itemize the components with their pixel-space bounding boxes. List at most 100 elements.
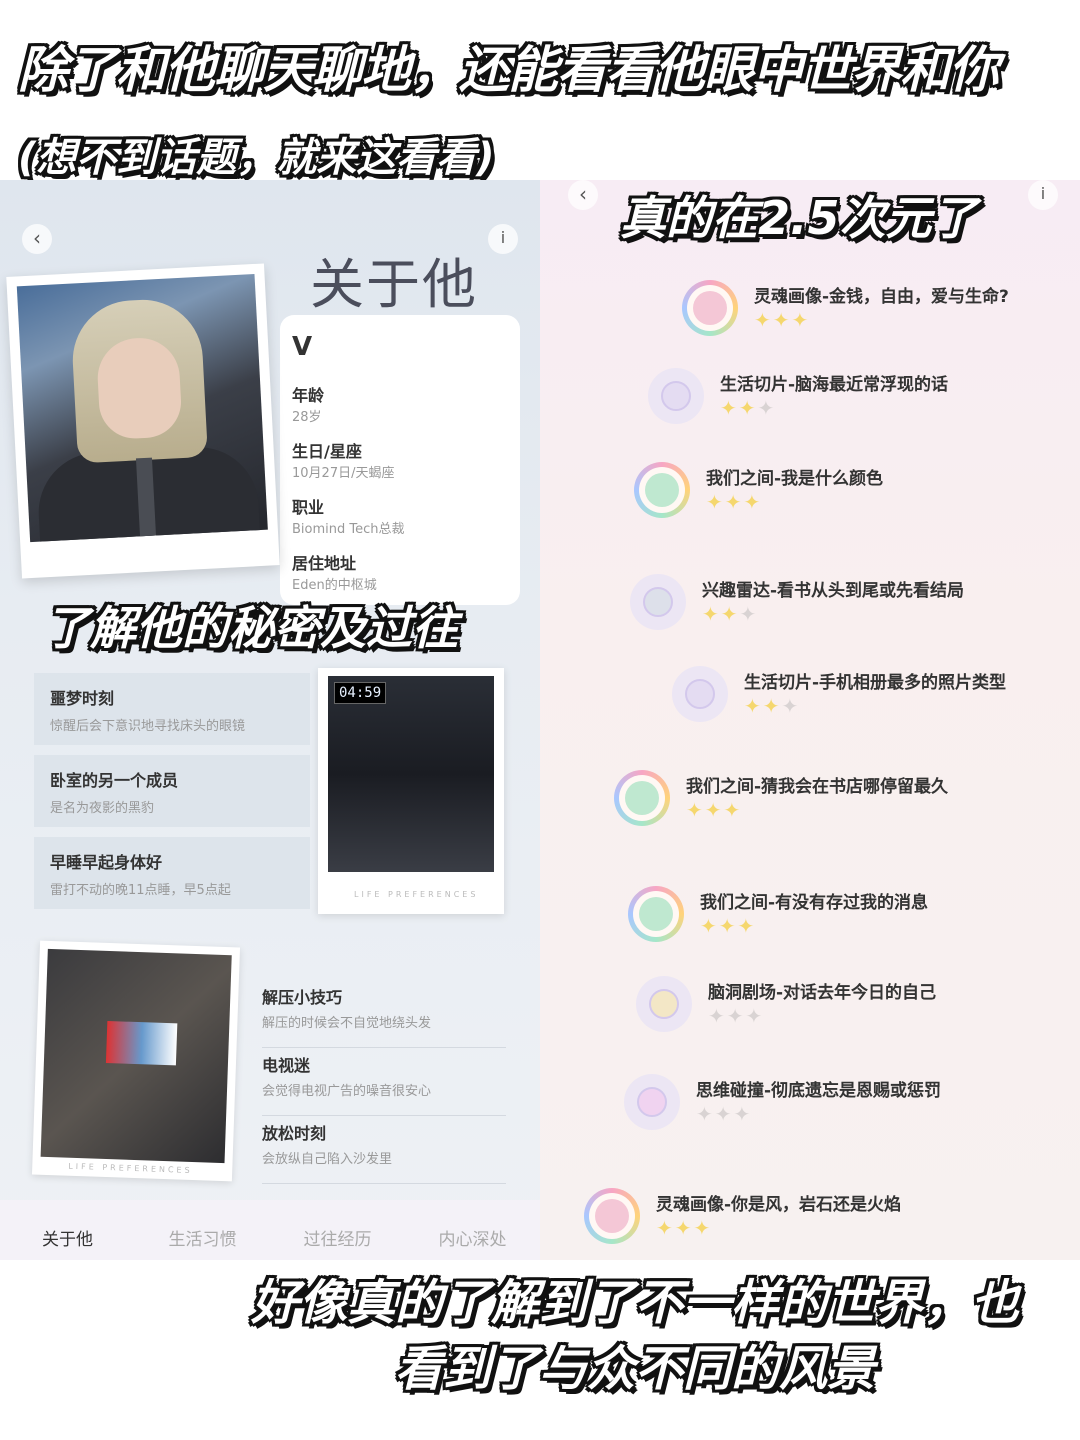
topic-title: 兴趣雷达-看书从头到尾或先看结局 <box>702 581 965 601</box>
list-item-title: 解压小技巧 <box>262 988 343 1007</box>
topic-item[interactable]: 脑洞剧场-对话去年今日的自己 ✦✦✦ <box>636 976 1076 1036</box>
topic-title: 我们之间-有没有存过我的消息 <box>700 893 929 913</box>
topic-title: 灵魂画像-你是风，岩石还是火焰 <box>656 1195 902 1215</box>
list-item[interactable]: 噩梦时刻 惊醒后会下意识地寻找床头的眼镜 <box>34 673 310 745</box>
topic-item[interactable]: 我们之间-猜我会在书店哪停留最久 ✦✦✦ <box>614 770 1054 830</box>
star-icon: ✦ <box>714 1102 734 1126</box>
caption-2-5d: 真的在2.5次元了 <box>620 191 978 245</box>
caption-bottom-line2: 看到了与众不同的风景 <box>394 1341 875 1397</box>
difficulty-stars: ✦✦✦ <box>744 694 800 718</box>
topic-title: 我们之间-猜我会在书店哪停留最久 <box>686 777 949 797</box>
difficulty-stars: ✦✦✦ <box>696 1102 752 1126</box>
list-item-title: 电视迷 <box>262 1056 311 1075</box>
chevron-left-icon: ‹ <box>33 226 41 250</box>
topic-item[interactable]: 生活切片-脑海最近常浮现的话 ✦✦✦ <box>648 368 1080 428</box>
topic-badge-icon <box>682 280 738 336</box>
difficulty-stars: ✦✦✦ <box>706 490 762 514</box>
topic-item[interactable]: 我们之间-我是什么颜色 ✦✦✦ <box>634 462 1074 522</box>
star-icon: ✦ <box>656 1216 675 1240</box>
info-icon: i <box>500 228 506 247</box>
topic-badge-icon <box>584 1188 640 1244</box>
tab-inner[interactable]: 内心深处 <box>405 1200 540 1260</box>
list-item-title: 放松时刻 <box>262 1124 327 1143</box>
bedroom-image: 04:59 <box>328 676 494 872</box>
topic-item[interactable]: 生活切片-手机相册最多的照片类型 ✦✦✦ <box>672 666 1080 726</box>
field-value-address: Eden的中枢城 <box>292 578 377 593</box>
star-icon: ✦ <box>704 798 724 822</box>
star-icon: ✦ <box>754 308 773 332</box>
list-item[interactable]: 电视迷 会觉得电视广告的噪音很安心 <box>262 1048 506 1116</box>
star-icon: ✦ <box>762 694 782 718</box>
portrait-face <box>95 336 183 441</box>
topic-title: 思维碰撞-彻底遗忘是恩赐或惩罚 <box>696 1081 942 1101</box>
page-title: 关于他 <box>310 253 478 316</box>
topic-badge-icon <box>628 886 684 942</box>
topic-item[interactable]: 灵魂画像-你是风，岩石还是火焰 ✦✦✦ <box>584 1188 1024 1248</box>
bedroom-photo[interactable]: 04:59 LIFE PREFERENCES <box>318 668 504 914</box>
livingroom-photo[interactable]: LIFE PREFERENCES <box>31 940 241 1182</box>
star-icon: ✦ <box>791 308 811 332</box>
tab-habits[interactable]: 生活习惯 <box>135 1200 270 1260</box>
info-button[interactable]: i <box>1028 180 1058 210</box>
about-him-screen: ‹ i 关于他 V 年龄 28岁 生日/星座 10月27日/天蝎座 职业 Bio… <box>0 180 540 1260</box>
list-item-title: 噩梦时刻 <box>50 689 115 708</box>
list-item-subtitle: 惊醒后会下意识地寻找床头的眼镜 <box>50 719 246 734</box>
tab-past[interactable]: 过往经历 <box>270 1200 405 1260</box>
topic-item[interactable]: 思维碰撞-彻底遗忘是恩赐或惩罚 ✦✦✦ <box>624 1074 1064 1134</box>
list-item[interactable]: 放松时刻 会放纵自己陷入沙发里 <box>262 1116 506 1184</box>
difficulty-stars: ✦✦✦ <box>702 602 758 626</box>
topic-item[interactable]: 兴趣雷达-看书从头到尾或先看结局 ✦✦✦ <box>630 574 1070 634</box>
topic-title: 生活切片-手机相册最多的照片类型 <box>744 673 1007 693</box>
portrait-photo[interactable] <box>6 263 280 579</box>
topic-badge-icon <box>634 462 690 518</box>
field-label-job: 职业 <box>292 498 325 517</box>
star-icon: ✦ <box>720 602 740 626</box>
difficulty-stars: ✦✦✦ <box>754 308 810 332</box>
star-icon: ✦ <box>757 396 777 420</box>
portrait-image <box>16 273 268 543</box>
secrets-list: 噩梦时刻 惊醒后会下意识地寻找床头的眼镜 卧室的另一个成员 是名为夜影的黑豹 早… <box>34 673 310 919</box>
photo-caption: LIFE PREFERENCES <box>354 890 479 899</box>
list-item-subtitle: 雷打不动的晚11点睡，早5点起 <box>50 883 231 898</box>
difficulty-stars: ✦✦✦ <box>686 798 742 822</box>
caption-bottom: 好像真的了解到了不一样的世界，也 看到了与众不同的风景 <box>210 1270 1060 1402</box>
difficulty-stars: ✦✦✦ <box>708 1004 764 1028</box>
list-item[interactable]: 早睡早起身体好 雷打不动的晚11点睡，早5点起 <box>34 837 310 909</box>
chevron-left-icon: ‹ <box>579 182 587 206</box>
tab-about[interactable]: 关于他 <box>0 1200 135 1260</box>
star-icon: ✦ <box>738 396 758 420</box>
topic-badge-icon <box>648 368 704 424</box>
topic-badge-icon <box>630 574 686 630</box>
list-item-subtitle: 解压的时候会不自觉地绕头发 <box>262 1016 432 1031</box>
list-item[interactable]: 解压小技巧 解压的时候会不自觉地绕头发 <box>262 980 506 1048</box>
topic-badge-icon <box>672 666 728 722</box>
star-icon: ✦ <box>724 490 744 514</box>
field-value-birthday: 10月27日/天蝎座 <box>292 466 395 481</box>
field-label-address: 居住地址 <box>292 554 357 573</box>
star-icon: ✦ <box>693 1216 713 1240</box>
info-icon: i <box>1040 184 1046 203</box>
star-icon: ✦ <box>706 490 725 514</box>
list-item[interactable]: 卧室的另一个成员 是名为夜影的黑豹 <box>34 755 310 827</box>
difficulty-stars: ✦✦✦ <box>700 914 756 938</box>
star-icon: ✦ <box>745 1004 765 1028</box>
topic-badge-icon <box>614 770 670 826</box>
topic-item[interactable]: 我们之间-有没有存过我的消息 ✦✦✦ <box>628 886 1068 946</box>
list-item-subtitle: 是名为夜影的黑豹 <box>50 801 155 816</box>
livingroom-image <box>40 948 232 1164</box>
back-button[interactable]: ‹ <box>568 180 598 210</box>
field-label-age: 年龄 <box>292 386 325 405</box>
star-icon: ✦ <box>781 694 801 718</box>
photo-caption: LIFE PREFERENCES <box>68 1161 193 1176</box>
list-item-title: 卧室的另一个成员 <box>50 771 179 790</box>
star-icon: ✦ <box>702 602 721 626</box>
star-icon: ✦ <box>743 490 763 514</box>
back-button[interactable]: ‹ <box>22 224 52 254</box>
star-icon: ✦ <box>772 308 792 332</box>
list-item-title: 早睡早起身体好 <box>50 853 163 872</box>
topic-item[interactable]: 灵魂画像-金钱，自由，爱与生命? ✦✦✦ <box>682 280 1080 340</box>
tab-bar: 关于他 生活习惯 过往经历 内心深处 <box>0 1200 540 1260</box>
character-name: V <box>292 332 313 362</box>
star-icon: ✦ <box>700 914 719 938</box>
info-button[interactable]: i <box>488 224 518 254</box>
